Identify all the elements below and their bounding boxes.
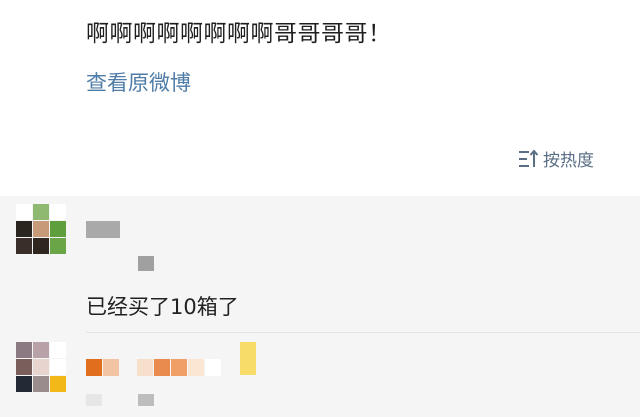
badge-redacted	[205, 359, 221, 376]
meta-redacted	[86, 394, 102, 406]
view-original-link[interactable]: 查看原微博	[86, 67, 191, 97]
sort-label: 按热度	[543, 151, 594, 171]
post-text: 啊啊啊啊啊啊啊啊哥哥哥哥！	[86, 21, 392, 47]
badge-redacted	[137, 359, 153, 376]
avatar[interactable]	[16, 204, 70, 264]
badge-redacted	[154, 359, 170, 376]
sort-by-hot-button[interactable]: 按热度	[517, 146, 594, 171]
meta-redacted	[138, 394, 154, 406]
sort-icon	[519, 148, 539, 167]
badge-redacted	[171, 359, 187, 376]
badge-redacted	[188, 359, 204, 376]
comment-text: 已经买了10箱了	[86, 295, 239, 319]
username-redacted[interactable]	[103, 359, 119, 376]
avatar[interactable]	[16, 342, 70, 402]
comment-list: 已经买了10箱了	[0, 196, 640, 417]
username-redacted[interactable]	[86, 221, 120, 238]
vip-badge-redacted	[240, 342, 256, 375]
username-redacted[interactable]	[86, 359, 102, 376]
meta-redacted	[138, 256, 154, 271]
divider	[86, 332, 640, 333]
